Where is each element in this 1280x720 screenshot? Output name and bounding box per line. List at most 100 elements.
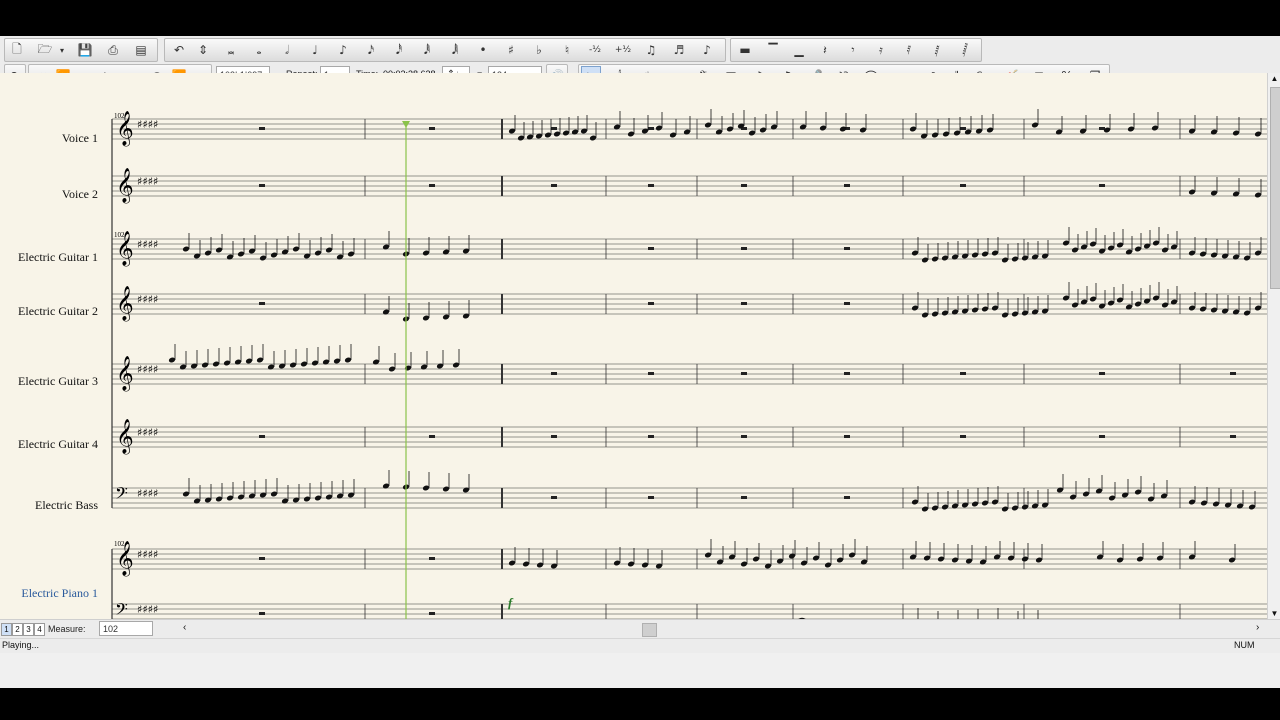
bass-clef-icon: 𝄢 [115, 599, 128, 619]
page-tab-2[interactable]: 2 [12, 623, 23, 636]
new-file-icon[interactable]: 🗋 [7, 40, 27, 60]
whole-rest-icon [551, 435, 557, 438]
whole-rest-icon[interactable]: ▔ [763, 40, 783, 60]
whole-rest-icon [429, 612, 435, 615]
onetwentyeighth-rest-icon[interactable]: 𝅂 [955, 40, 975, 60]
whole-rest-icon [648, 496, 654, 499]
whole-rest-icon [741, 496, 747, 499]
page-navigation-bar: 1 2 3 4 Measure: 102 ‹ › [0, 619, 1280, 638]
onetwentyeighth-note-icon[interactable]: 𝅘𝅥𝅲 [445, 40, 465, 60]
redo-icon[interactable]: ⇕ [193, 40, 213, 60]
half-rest-icon[interactable]: ▁ [789, 40, 809, 60]
measure-number-top: 102 [114, 112, 125, 120]
whole-rest-icon [648, 435, 654, 438]
whole-rest-icon [429, 557, 435, 560]
double-whole-rest-icon[interactable]: ▬ [735, 40, 755, 60]
measure-number-guitar: 102 [114, 231, 125, 239]
whole-rest-icon [844, 496, 850, 499]
whole-rest-icon [551, 184, 557, 187]
whole-rest-icon [1230, 435, 1236, 438]
whole-rest-icon [429, 435, 435, 438]
dynamic-forte: f [508, 595, 514, 610]
whole-rest-icon [741, 302, 747, 305]
print-icon[interactable]: ⎙ [103, 40, 123, 60]
whole-rest-icon [1099, 435, 1105, 438]
sixteenth-rest-icon[interactable]: 𝄿 [871, 40, 891, 60]
measure-input[interactable]: 102 [99, 621, 153, 636]
whole-rest-icon [960, 184, 966, 187]
treble-clef-icon: 𝄞 [116, 168, 134, 204]
toolbar-notation: 🗋 🗁 ▾ 💾 ⎙ ▤ ↶ ⇕ 𝅜 𝅝 𝅗𝅥 ♩ ♪ 𝅘𝅥𝅯 𝅘𝅥𝅰 𝅘𝅥𝅱 𝅘… [0, 36, 1280, 63]
breve-icon[interactable]: 𝅜 [221, 40, 241, 60]
whole-rest-icon [960, 435, 966, 438]
whole-rest-icon [259, 435, 265, 438]
thirtysecond-note-icon[interactable]: 𝅘𝅥𝅰 [389, 40, 409, 60]
eighth-rest-icon[interactable]: 𝄾 [843, 40, 863, 60]
whole-rest-icon [551, 372, 557, 375]
key-signature-icon: ♯♯♯♯ [137, 603, 158, 616]
tie-icon[interactable]: ♫ [641, 40, 661, 60]
sharp-icon[interactable]: ♯ [501, 40, 521, 60]
whole-rest-icon [1230, 372, 1236, 375]
file-toolbar-group: 🗋 🗁 ▾ 💾 ⎙ ▤ [4, 38, 158, 62]
dot-icon[interactable]: • [473, 40, 493, 60]
key-signature-icon: ♯♯♯♯ [137, 293, 158, 306]
page-tab-4[interactable]: 4 [34, 623, 45, 636]
treble-clef-icon: 𝄞 [116, 286, 134, 322]
measure-number-piano: 102 [114, 540, 125, 548]
whole-rest-icon [741, 184, 747, 187]
page-tab-1[interactable]: 1 [1, 623, 12, 636]
natural-icon[interactable]: ♮ [557, 40, 577, 60]
key-signature-icon: ♯♯♯♯ [137, 238, 158, 251]
whole-rest-icon [551, 496, 557, 499]
whole-rest-icon [648, 247, 654, 250]
sixteenth-note-icon[interactable]: 𝅘𝅥𝅯 [361, 40, 381, 60]
undo-icon[interactable]: ↶ [169, 40, 189, 60]
open-file-icon[interactable]: 🗁 [35, 40, 55, 60]
whole-rest-icon [741, 372, 747, 375]
whole-rest-icon [429, 184, 435, 187]
whole-rest-icon [648, 302, 654, 305]
whole-note-icon[interactable]: 𝅝 [249, 40, 269, 60]
sixtyfourth-note-icon[interactable]: 𝅘𝅥𝅱 [417, 40, 437, 60]
score-view[interactable]: Voice 1 Voice 2 Electric Guitar 1 Electr… [0, 73, 1267, 619]
half-step-up-icon[interactable]: +½ [613, 40, 633, 60]
key-signature-icon: ♯♯♯♯ [137, 487, 158, 500]
horizontal-scroll-thumb[interactable] [642, 623, 657, 637]
measure-label: Measure: [48, 624, 86, 634]
scroll-down-icon[interactable]: ▼ [1269, 608, 1280, 619]
half-step-down-icon[interactable]: -½ [585, 40, 605, 60]
save-icon[interactable]: 💾 [75, 40, 95, 60]
scroll-up-icon[interactable]: ▲ [1269, 73, 1280, 84]
whole-rest-icon [844, 372, 850, 375]
status-text: Playing... [2, 640, 40, 650]
flat-icon[interactable]: ♭ [529, 40, 549, 60]
quarter-note-icon[interactable]: ♩ [305, 40, 325, 60]
scan-icon[interactable]: ▤ [131, 40, 151, 60]
grace-note-icon[interactable]: ♪ [697, 40, 717, 60]
whole-rest-icon [844, 247, 850, 250]
whole-rest-icon [551, 127, 557, 130]
scroll-right-icon[interactable]: › [1256, 622, 1259, 633]
whole-rest-icon [960, 127, 966, 130]
sixtyfourth-rest-icon[interactable]: 𝅁 [927, 40, 947, 60]
whole-rest-icon [259, 302, 265, 305]
bass-clef-icon: 𝄢 [115, 483, 128, 507]
key-signature-icon: ♯♯♯♯ [137, 118, 158, 131]
playhead-marker-icon[interactable] [402, 121, 410, 128]
open-dropdown-icon[interactable]: ▾ [57, 40, 67, 60]
vertical-scroll-thumb[interactable] [1270, 87, 1280, 289]
triplet-icon[interactable]: ♬ [669, 40, 689, 60]
whole-rest-icon [1099, 372, 1105, 375]
scroll-left-icon[interactable]: ‹ [183, 622, 186, 633]
eighth-note-icon[interactable]: ♪ [333, 40, 353, 60]
half-note-icon[interactable]: 𝅗𝅥 [277, 40, 297, 60]
key-signature-icon: ♯♯♯♯ [137, 363, 158, 376]
page-tab-3[interactable]: 3 [23, 623, 34, 636]
thirtysecond-rest-icon[interactable]: 𝅀 [899, 40, 919, 60]
staff-lines [112, 118, 1267, 619]
vertical-scrollbar[interactable]: ▲ ▼ [1267, 73, 1280, 619]
treble-clef-icon: 𝄞 [116, 419, 134, 455]
quarter-rest-icon[interactable]: 𝄽 [815, 40, 835, 60]
whole-rest-icon [960, 372, 966, 375]
